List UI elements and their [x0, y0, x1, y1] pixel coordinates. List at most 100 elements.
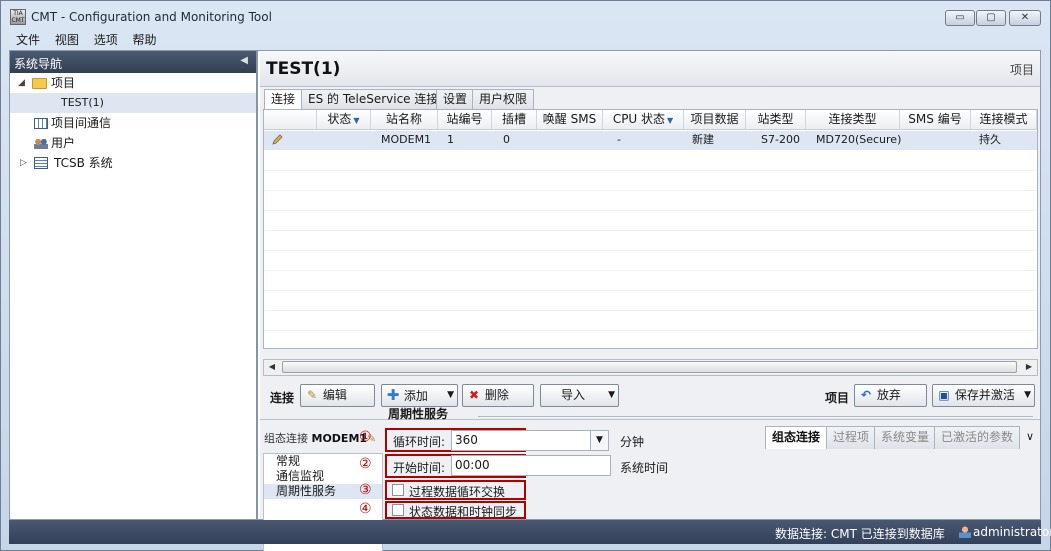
cell-station-number: 1	[447, 133, 454, 146]
chevron-down-icon[interactable]: ▼	[590, 431, 608, 450]
menu-view[interactable]: 视图	[50, 30, 85, 48]
cycle-time-combo[interactable]: 360 ▼	[451, 430, 609, 451]
menu-help[interactable]: 帮助	[128, 30, 163, 48]
pencil-icon[interactable]	[271, 134, 283, 146]
tree-item-label: 项目间通信	[51, 116, 112, 130]
status-clock-sync-label[interactable]: 状态数据和时钟同步	[409, 503, 517, 520]
page-kind: 项目	[1009, 63, 1034, 77]
tree-item-tcsb[interactable]: ▷ TCSB 系统	[10, 153, 256, 173]
col-status[interactable]: 状态 ▼	[317, 110, 371, 130]
config-title-prefix: 组态连接	[264, 432, 308, 445]
marker-1: ①	[359, 429, 372, 445]
start-time-unit: 系统时间	[620, 461, 669, 475]
scroll-thumb[interactable]	[282, 361, 1017, 373]
pencil-icon: ✎	[306, 388, 318, 402]
tree-item-label: TCSB 系统	[54, 156, 113, 170]
add-button-label: 添加	[403, 389, 428, 403]
cell-connection-mode: 持久	[979, 133, 1001, 146]
table-header: 状态 ▼ 站名称 站编号 插槽 唤醒 SMS CPU 状态 ▼ 项目数据 站类型 连…	[264, 110, 1037, 130]
title-bar[interactable]: TIA CMT CMT - Configuration and Monitori…	[1, 1, 1050, 31]
project-header: TEST(1) 项目	[260, 51, 1040, 87]
start-time-input[interactable]: 00:00	[451, 455, 611, 476]
cell-cpu-status: -	[617, 133, 621, 146]
delete-button-label: 删除	[484, 388, 509, 402]
menu-file[interactable]: 文件	[11, 30, 46, 48]
start-time-value: 00:00	[455, 458, 490, 472]
cycle-time-label: 循环时间:	[393, 435, 446, 449]
col-cpu-status-label: CPU 状态	[612, 112, 666, 126]
cycle-time-unit: 分钟	[620, 435, 645, 449]
status-clock-sync-checkbox[interactable]	[392, 504, 404, 516]
edit-button[interactable]: ✎ 编辑	[300, 384, 375, 407]
tab-user-rights[interactable]: 用户权限	[472, 89, 535, 109]
col-edit[interactable]	[264, 110, 317, 130]
col-project-data[interactable]: 项目数据	[684, 110, 746, 130]
discard-button-label: 放弃	[876, 388, 901, 402]
col-cpu-status[interactable]: CPU 状态 ▼	[603, 110, 684, 130]
cell-status	[317, 131, 371, 150]
users-icon	[34, 138, 48, 149]
cell-sms-number	[900, 131, 971, 150]
cell-wakeup-sms	[537, 131, 603, 150]
cell-project-data: 新建	[692, 133, 714, 146]
page-title: TEST(1)	[266, 59, 341, 79]
grid-icon	[34, 118, 48, 129]
tab-settings[interactable]: 设置	[436, 89, 475, 109]
col-station-number[interactable]: 站编号	[438, 110, 492, 130]
tcsb-icon	[34, 157, 48, 169]
tree-item-label: 项目	[51, 76, 76, 90]
col-slot[interactable]: 插槽	[492, 110, 537, 130]
tree-item-users[interactable]: 用户	[10, 133, 256, 153]
col-status-label: 状态	[327, 112, 352, 126]
tab-connections[interactable]: 连接	[264, 89, 303, 110]
scroll-left-icon[interactable]: ◀	[264, 360, 280, 375]
collapse-nav-icon[interactable]: ◀	[240, 55, 248, 66]
connections-table: 状态 ▼ 站名称 站编号 插槽 唤醒 SMS CPU 状态 ▼ 项目数据 站类型 连…	[263, 109, 1038, 349]
nav-header: 系统导航 ◀	[10, 51, 256, 73]
cell-station-type: S7-200	[761, 133, 800, 146]
process-data-cyclic-label[interactable]: 过程数据循环交换	[409, 483, 505, 500]
col-connection-mode[interactable]: 连接模式	[971, 110, 1037, 130]
col-connection-type[interactable]: 连接类型	[806, 110, 900, 130]
horizontal-scrollbar[interactable]: ◀ ▶	[263, 359, 1038, 376]
filter-icon[interactable]: ▼	[353, 116, 359, 125]
filter-icon[interactable]: ▼	[667, 116, 673, 125]
tab-teleservice[interactable]: ES 的 TeleService 连接	[301, 89, 446, 109]
minimize-button[interactable]: ▭	[945, 10, 975, 26]
tree-item-test1[interactable]: TEST(1)	[10, 93, 256, 113]
marker-4: ④	[359, 501, 372, 517]
grid-line	[264, 290, 1037, 291]
start-time-label: 开始时间:	[393, 461, 446, 475]
menu-options[interactable]: 选项	[89, 30, 124, 48]
cell-station-name: MODEM1	[381, 133, 432, 146]
grid-line	[264, 270, 1037, 271]
section-title: 周期性服务	[388, 407, 449, 421]
grid-line	[264, 250, 1037, 251]
periodic-services-form: 周期性服务 ① 循环时间: 360 ▼ 分钟 ② 开始时间: 00:00 系统时…	[359, 402, 1039, 520]
close-button[interactable]: ✕	[1009, 10, 1041, 26]
grid-line	[264, 170, 1037, 171]
status-bar: 数据连接: CMT 已连接到数据库 administrator	[9, 520, 1051, 544]
scroll-right-icon[interactable]: ▶	[1021, 360, 1037, 375]
tree-item-inter-project[interactable]: 项目间通信	[10, 113, 256, 133]
col-sms-number[interactable]: SMS 编号	[900, 110, 971, 130]
col-station-type[interactable]: 站类型	[746, 110, 806, 130]
expanded-arrow-icon[interactable]: ◢	[18, 73, 25, 93]
table-row[interactable]: MODEM1 1 0 - 新建 S7-200 MD720(Secure) 持久	[264, 131, 1037, 150]
edit-button-label: 编辑	[322, 388, 347, 402]
current-user: administrator	[973, 525, 1051, 539]
menu-bar: 文件 视图 选项 帮助	[11, 30, 1041, 49]
process-data-cyclic-checkbox[interactable]	[392, 484, 404, 496]
grid-line	[264, 210, 1037, 211]
tree-item-project[interactable]: ◢ 项目	[10, 73, 256, 93]
maximize-button[interactable]: ▢	[976, 10, 1006, 26]
nav-header-title: 系统导航	[14, 57, 63, 71]
folder-icon	[32, 78, 47, 89]
tree-item-label: TEST(1)	[61, 96, 104, 109]
col-station-name[interactable]: 站名称	[371, 110, 438, 130]
collapsed-arrow-icon[interactable]: ▷	[20, 153, 27, 173]
marker-3: ③	[359, 482, 372, 498]
import-button-label: 导入	[561, 388, 586, 402]
col-wakeup-sms[interactable]: 唤醒 SMS	[537, 110, 603, 130]
db-connection-status: 数据连接: CMT 已连接到数据库	[775, 527, 945, 541]
